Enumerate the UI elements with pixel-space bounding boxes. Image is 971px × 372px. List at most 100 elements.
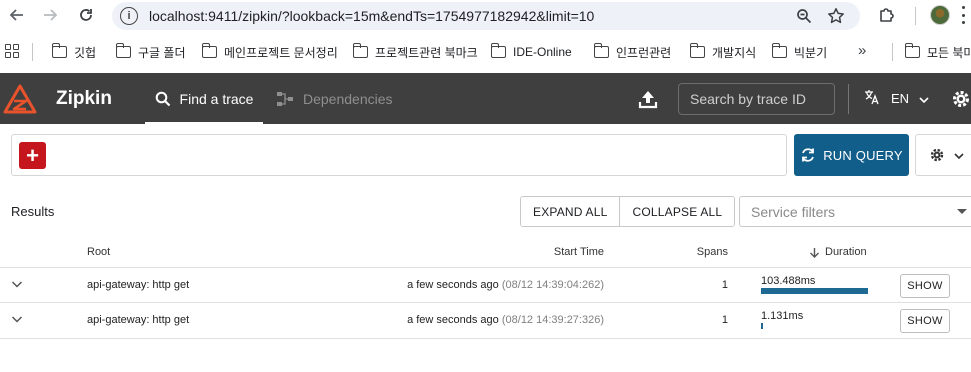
column-spans[interactable]: Spans xyxy=(697,246,728,258)
folder-icon xyxy=(51,43,67,58)
language-label: EN xyxy=(891,91,910,106)
bookmark-item[interactable]: 구글 폴더 xyxy=(115,43,186,61)
refresh-icon xyxy=(802,148,815,162)
query-settings-button[interactable] xyxy=(915,134,971,176)
duration-value: 1.131ms xyxy=(761,310,804,322)
run-query-label: RUN QUERY xyxy=(823,147,903,163)
show-trace-button[interactable]: SHOW xyxy=(900,309,950,333)
column-start-time[interactable]: Start Time xyxy=(554,246,604,258)
dependencies-graph-icon xyxy=(276,91,294,107)
zipkin-header: Zipkin Find a trace Dependencies Search … xyxy=(0,73,971,124)
folder-icon xyxy=(352,43,368,58)
collapse-all-button[interactable]: COLLAPSE ALL xyxy=(619,197,735,226)
chevron-down-icon xyxy=(954,146,964,164)
start-time-cell: a few seconds ago (08/12 14:39:27:326) xyxy=(407,314,604,326)
expand-collapse-group: EXPAND ALL COLLAPSE ALL xyxy=(520,196,736,227)
chevron-down-icon[interactable] xyxy=(10,312,24,326)
query-criteria-box[interactable]: + xyxy=(11,134,787,176)
relative-time: a few seconds ago xyxy=(407,314,499,326)
results-table-header: Root Start Time Spans Duration xyxy=(0,237,971,268)
duration-cell: 1.131ms xyxy=(761,310,871,329)
expand-all-button[interactable]: EXPAND ALL xyxy=(521,197,620,226)
trace-id-search-input[interactable]: Search by trace ID xyxy=(678,83,835,115)
table-row[interactable]: api-gateway: http get a few seconds ago … xyxy=(0,303,971,339)
duration-bar-track xyxy=(761,323,868,329)
reload-icon[interactable] xyxy=(75,4,97,26)
bookmark-item[interactable]: 인프런관련 xyxy=(593,43,672,61)
brand-title[interactable]: Zipkin xyxy=(56,88,112,110)
tab-dependencies[interactable]: Dependencies xyxy=(276,73,393,124)
bookmarks-more-button[interactable]: » xyxy=(858,42,866,59)
run-query-button[interactable]: RUN QUERY xyxy=(794,134,909,176)
chevron-down-icon xyxy=(919,91,929,106)
bookmark-label: 개발지식 xyxy=(712,45,757,60)
column-duration[interactable]: Duration xyxy=(809,246,867,258)
bookmark-label: 모든 북마 xyxy=(927,45,971,60)
bookmark-item[interactable]: 깃헙 xyxy=(51,43,96,61)
browser-chrome: i localhost:9411/zipkin/?lookback=15m&en… xyxy=(0,0,971,73)
browser-menu-icon[interactable] xyxy=(962,6,968,24)
spans-count: 1 xyxy=(721,314,728,326)
forward-arrow-icon[interactable] xyxy=(39,4,61,26)
folder-icon xyxy=(490,43,506,58)
apps-grid-icon[interactable] xyxy=(5,44,19,58)
bookmarks-bar: 깃헙 구글 폴더 메인프로젝트 문서정리 프로젝트관련 북마크 IDE-Onli… xyxy=(0,38,971,66)
table-row[interactable]: api-gateway: http get a few seconds ago … xyxy=(0,268,971,303)
language-selector[interactable]: EN xyxy=(864,73,929,124)
bookmark-label: 빅분기 xyxy=(794,45,828,60)
add-criteria-button[interactable]: + xyxy=(19,142,46,169)
search-icon xyxy=(155,91,171,107)
address-bar[interactable]: i localhost:9411/zipkin/?lookback=15m&en… xyxy=(112,2,860,30)
bookmark-item[interactable]: 메인프로젝트 문서정리 xyxy=(201,43,338,61)
translate-icon xyxy=(864,89,880,108)
bookmark-item[interactable]: 모든 북마 xyxy=(904,43,971,61)
duration-bar xyxy=(761,323,763,329)
folder-icon xyxy=(904,43,920,58)
gear-icon xyxy=(930,148,944,162)
bookmark-label: 메인프로젝트 문서정리 xyxy=(224,45,338,60)
tab-find-a-trace[interactable]: Find a trace xyxy=(145,73,263,124)
bookmark-item[interactable]: 개발지식 xyxy=(689,43,757,61)
profile-avatar[interactable] xyxy=(930,5,950,25)
duration-value: 103.488ms xyxy=(761,275,816,287)
bookmark-label: 구글 폴더 xyxy=(138,45,186,60)
bookmarks-separator xyxy=(32,43,33,61)
upload-icon[interactable] xyxy=(637,88,659,110)
folder-icon xyxy=(201,43,217,58)
bookmarks-separator xyxy=(892,43,893,61)
folder-icon xyxy=(115,43,131,58)
address-url[interactable]: localhost:9411/zipkin/?lookback=15m&endT… xyxy=(149,8,594,24)
spans-count: 1 xyxy=(721,279,728,291)
column-duration-label: Duration xyxy=(825,246,867,258)
folder-icon xyxy=(593,43,609,58)
back-arrow-icon[interactable] xyxy=(6,4,28,26)
zoom-icon[interactable] xyxy=(794,6,814,26)
column-root[interactable]: Root xyxy=(87,246,110,258)
dropdown-arrow-icon xyxy=(957,209,967,214)
root-span-name: api-gateway: http get xyxy=(87,279,190,291)
gear-icon[interactable] xyxy=(950,88,971,110)
bookmark-star-icon[interactable] xyxy=(826,6,846,26)
tab-label: Dependencies xyxy=(303,90,393,107)
zipkin-logo-icon[interactable] xyxy=(3,84,37,114)
duration-bar-track xyxy=(761,288,868,294)
bookmark-item[interactable]: IDE-Online xyxy=(490,43,572,61)
bookmark-label: 프로젝트관련 북마크 xyxy=(375,45,478,60)
duration-bar xyxy=(761,288,868,294)
service-filters-select[interactable]: Service filters xyxy=(739,196,971,227)
results-heading: Results xyxy=(11,204,55,219)
chevron-down-icon[interactable] xyxy=(10,277,24,291)
extensions-puzzle-icon[interactable] xyxy=(877,5,897,25)
relative-time: a few seconds ago xyxy=(407,279,499,291)
bookmark-item[interactable]: 프로젝트관련 북마크 xyxy=(352,43,478,61)
toolbar-separator xyxy=(915,7,916,25)
bookmark-label: IDE-Online xyxy=(513,45,572,59)
show-trace-button[interactable]: SHOW xyxy=(900,274,950,298)
duration-cell: 103.488ms xyxy=(761,275,871,294)
site-info-icon[interactable]: i xyxy=(120,7,138,25)
folder-icon xyxy=(771,43,787,58)
service-filters-placeholder: Service filters xyxy=(751,203,836,220)
header-divider xyxy=(848,84,849,114)
bookmark-label: 인프런관련 xyxy=(616,45,672,60)
bookmark-item[interactable]: 빅분기 xyxy=(771,43,828,61)
